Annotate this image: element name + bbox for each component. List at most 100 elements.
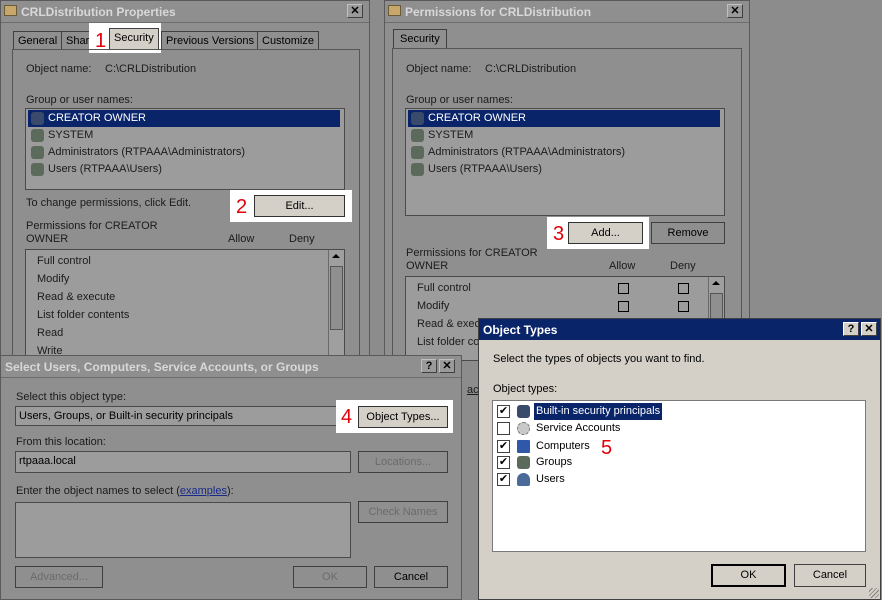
ok-button[interactable]: OK: [711, 564, 786, 587]
object-name-label: Object name:: [406, 63, 472, 75]
instruction-text: Select the types of objects you want to …: [493, 353, 705, 365]
group-user-list[interactable]: CREATOR OWNER SYSTEM Administrators (RTP…: [25, 108, 345, 190]
permission-modify: Modify: [37, 273, 70, 285]
tab-security[interactable]: Security: [393, 29, 447, 49]
list-item-users[interactable]: Users (RTPAAA\Users): [28, 161, 162, 178]
object-types-list: ✔ Built-in security principals Service A…: [492, 400, 866, 552]
list-item-label: Users (RTPAAA\Users): [48, 163, 162, 175]
allow-checkbox[interactable]: [618, 301, 629, 312]
permissions-label-line2: OWNER: [26, 233, 69, 245]
group-user-list[interactable]: CREATOR OWNER SYSTEM Administrators (RTP…: [405, 108, 725, 216]
deny-checkbox[interactable]: [678, 283, 689, 294]
remove-button[interactable]: Remove: [651, 222, 725, 244]
list-item-users[interactable]: Users (RTPAAA\Users): [408, 161, 542, 178]
title-bar[interactable]: Permissions for CRLDistribution ✕: [385, 1, 749, 23]
window-title: Object Types: [483, 323, 558, 337]
partial-link[interactable]: ac: [467, 384, 479, 396]
close-button[interactable]: ✕: [347, 4, 363, 18]
close-button[interactable]: ✕: [727, 4, 743, 18]
list-item-administrators[interactable]: Administrators (RTPAAA\Administrators): [28, 144, 245, 161]
resize-grip-icon[interactable]: [869, 588, 879, 598]
type-label: Service Accounts: [536, 422, 621, 434]
step-2-number: 2: [236, 196, 248, 218]
list-item-creator-owner[interactable]: CREATOR OWNER: [408, 110, 720, 127]
scroll-thumb[interactable]: [330, 266, 343, 330]
allow-column-header: Allow: [228, 233, 255, 245]
list-item-system[interactable]: SYSTEM: [28, 127, 93, 144]
select-users-window: Select Users, Computers, Service Account…: [0, 355, 462, 600]
enter-label-end: ):: [226, 485, 234, 497]
list-item-creator-owner[interactable]: CREATOR OWNER: [28, 110, 340, 127]
location-field[interactable]: rtpaaa.local: [15, 451, 351, 473]
groups-checkbox[interactable]: ✔: [497, 456, 510, 469]
object-names-field[interactable]: [15, 502, 351, 558]
locations-button[interactable]: Locations...: [358, 451, 448, 473]
help-button[interactable]: ?: [421, 359, 437, 373]
ok-button[interactable]: OK: [293, 566, 367, 588]
builtin-checkbox[interactable]: ✔: [497, 405, 510, 418]
tab-customize[interactable]: Customize: [257, 31, 319, 49]
list-item-system[interactable]: SYSTEM: [408, 127, 473, 144]
advanced-button[interactable]: Advanced...: [15, 566, 103, 588]
list-item-label: SYSTEM: [428, 129, 474, 141]
examples-link[interactable]: examples: [180, 485, 227, 497]
permissions-label-line1: Permissions for CREATOR: [26, 220, 158, 232]
title-bar[interactable]: Select Users, Computers, Service Account…: [1, 356, 461, 378]
list-item-label: SYSTEM: [48, 129, 94, 141]
title-bar[interactable]: Object Types ? ✕: [479, 319, 880, 340]
window-title: Select Users, Computers, Service Account…: [5, 360, 319, 374]
folder-icon: [388, 5, 401, 16]
check-names-button[interactable]: Check Names: [358, 501, 448, 523]
object-name-label: Object name:: [26, 63, 92, 75]
user-icon: [517, 473, 530, 486]
group-icon: [31, 129, 44, 142]
enter-object-names-label: Enter the object names to select (exampl…: [16, 485, 234, 497]
tab-previous-versions[interactable]: Previous Versions: [161, 31, 260, 49]
step-3-number: 3: [553, 223, 565, 245]
type-label: Groups: [536, 456, 573, 468]
group-icon: [411, 163, 424, 176]
group-names-label: Group or user names:: [406, 94, 513, 106]
user-icon: [31, 112, 44, 125]
window-title: CRLDistribution Properties: [21, 5, 176, 19]
window-title: Permissions for CRLDistribution: [405, 5, 592, 19]
location-label: From this location:: [16, 436, 106, 448]
edit-button[interactable]: Edit...: [254, 195, 345, 217]
allow-checkbox[interactable]: [618, 283, 629, 294]
tab-security[interactable]: Security: [109, 28, 159, 49]
list-item-label: Administrators (RTPAAA\Administrators): [48, 146, 246, 158]
object-types-button[interactable]: Object Types...: [358, 406, 448, 428]
list-item-administrators[interactable]: Administrators (RTPAAA\Administrators): [408, 144, 625, 161]
object-name-value: C:\CRLDistribution: [485, 63, 577, 75]
crldistribution-properties-window: CRLDistribution Properties ✕ General Sha…: [0, 0, 370, 361]
allow-column-header: Allow: [609, 260, 636, 272]
users-checkbox[interactable]: ✔: [497, 473, 510, 486]
cancel-button[interactable]: Cancel: [374, 566, 448, 588]
permission-modify: Modify: [417, 300, 450, 312]
permissions-label-line2: OWNER: [406, 260, 449, 272]
security-principal-icon: [517, 405, 530, 418]
deny-column-header: Deny: [289, 233, 315, 245]
permission-read-execute: Read & execute: [37, 291, 116, 303]
computers-checkbox[interactable]: ✔: [497, 440, 510, 453]
computer-icon: [517, 440, 530, 453]
close-button[interactable]: ✕: [861, 322, 877, 336]
deny-checkbox[interactable]: [678, 301, 689, 312]
help-button[interactable]: ?: [843, 322, 859, 336]
gear-icon: [517, 422, 530, 435]
tab-general[interactable]: General: [13, 31, 63, 49]
permissions-list: Full control Modify Read & execute List …: [25, 249, 345, 361]
object-type-field[interactable]: Users, Groups, or Built-in security prin…: [15, 406, 351, 426]
object-name-value: C:\CRLDistribution: [105, 63, 197, 75]
title-bar[interactable]: CRLDistribution Properties ✕: [1, 1, 369, 23]
add-button[interactable]: Add...: [568, 222, 643, 244]
list-item-label: CREATOR OWNER: [428, 112, 526, 124]
service-accounts-checkbox[interactable]: [497, 422, 510, 435]
scroll-up-arrow-icon[interactable]: [712, 281, 720, 285]
group-icon: [411, 146, 424, 159]
cancel-button[interactable]: Cancel: [794, 564, 866, 587]
folder-icon: [4, 5, 17, 16]
close-button[interactable]: ✕: [439, 359, 455, 373]
permissions-scrollbar[interactable]: [328, 250, 344, 360]
scroll-up-arrow-icon[interactable]: [332, 254, 340, 258]
